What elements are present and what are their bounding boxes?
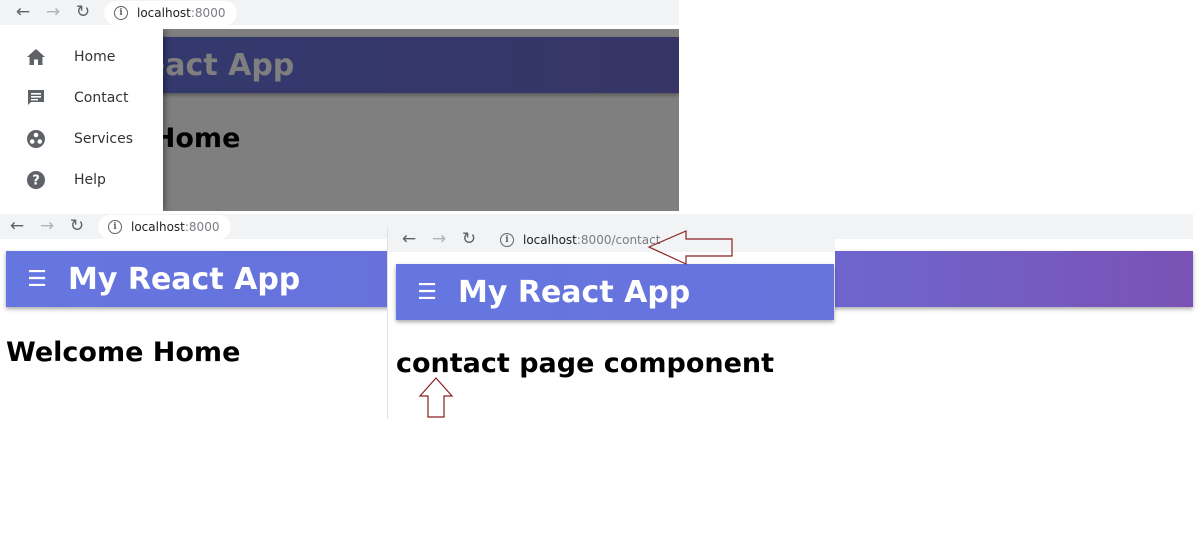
browser-toolbar-right: ← → ↻ i localhost:8000/contact	[388, 227, 835, 252]
top-page-viewport: ☰ My React App Welcome Home Home Contact…	[0, 29, 679, 211]
info-icon[interactable]: i	[500, 232, 514, 247]
services-icon	[22, 125, 50, 153]
back-arrow-icon[interactable]: ←	[394, 231, 424, 248]
url-rest: :8000	[190, 5, 226, 20]
app-title: My React App	[458, 274, 691, 310]
help-icon: ?	[22, 166, 50, 194]
drawer-item-home[interactable]: Home	[0, 36, 163, 77]
navigation-drawer: Home Contact Services ? Help	[0, 29, 163, 211]
forward-arrow-icon[interactable]: →	[32, 218, 62, 235]
drawer-item-label: Services	[74, 130, 134, 147]
back-arrow-icon[interactable]: ←	[2, 218, 32, 235]
annotation-arrow-left	[647, 230, 733, 265]
home-icon	[22, 43, 50, 71]
drawer-item-label: Help	[74, 171, 106, 188]
url-host: localhost	[131, 219, 185, 234]
annotation-arrow-up	[418, 377, 454, 418]
message-icon	[22, 84, 50, 112]
url-host: localhost	[523, 232, 577, 247]
address-bar[interactable]: i localhost:8000	[98, 214, 232, 239]
drawer-item-help[interactable]: ? Help	[0, 159, 163, 200]
app-bar: ☰ My React App	[396, 264, 834, 320]
app-title: My React App	[68, 261, 301, 297]
drawer-item-label: Contact	[74, 89, 129, 106]
url-host: localhost	[137, 5, 191, 20]
url-rest: :8000	[184, 219, 220, 234]
svg-text:?: ?	[32, 173, 40, 188]
info-icon[interactable]: i	[108, 219, 122, 234]
drawer-item-services[interactable]: Services	[0, 118, 163, 159]
address-bar[interactable]: i localhost:8000	[104, 0, 238, 25]
drawer-item-label: Home	[74, 48, 116, 65]
reload-icon[interactable]: ↻	[68, 4, 98, 21]
hamburger-menu-icon[interactable]: ☰	[396, 280, 458, 305]
reload-icon[interactable]: ↻	[62, 218, 92, 235]
page-heading: contact page component	[396, 348, 775, 379]
browser-toolbar-top: ← → ↻ i localhost:8000	[0, 0, 679, 25]
forward-arrow-icon[interactable]: →	[424, 231, 454, 248]
page-heading: Welcome Home	[6, 337, 241, 368]
hamburger-menu-icon[interactable]: ☰	[6, 267, 68, 292]
reload-icon[interactable]: ↻	[454, 231, 484, 248]
info-icon[interactable]: i	[114, 5, 128, 20]
drawer-item-contact[interactable]: Contact	[0, 77, 163, 118]
back-arrow-icon[interactable]: ←	[8, 4, 38, 21]
forward-arrow-icon[interactable]: →	[38, 4, 68, 21]
